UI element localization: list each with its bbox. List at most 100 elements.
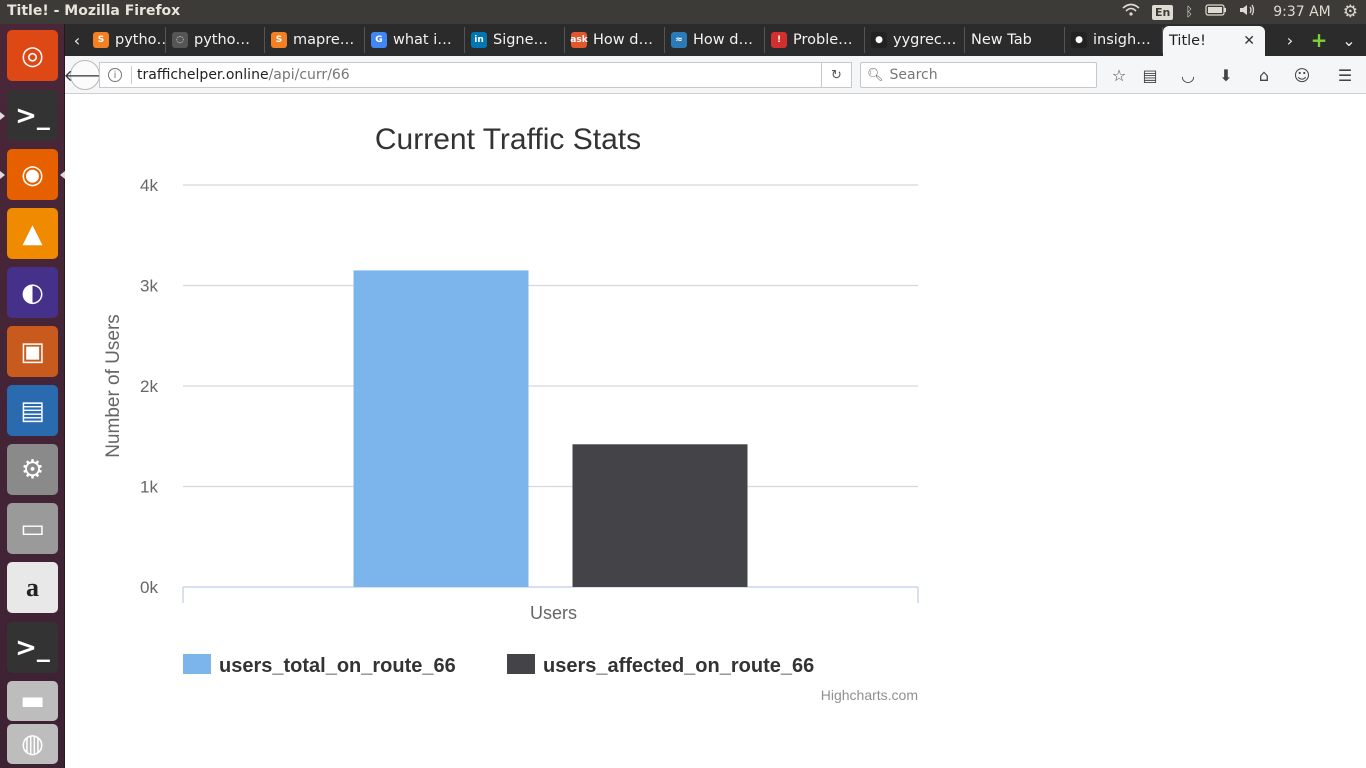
launcher-file-manager-icon[interactable]: ▭ [7, 503, 58, 554]
tab-label: pytho… [115, 32, 166, 48]
browser-tab[interactable]: in Signe… [465, 27, 565, 53]
browser-tab[interactable]: Spytho… [87, 27, 166, 53]
launcher-amazon-icon[interactable]: a [7, 562, 58, 613]
legend-swatch [507, 654, 535, 674]
chart-y-axis-label: Number of Users [103, 314, 124, 458]
launcher-libreoffice-writer-icon[interactable]: ▤ [7, 385, 58, 436]
launcher-terminal-2-icon[interactable]: >_ [7, 622, 58, 673]
tab-favicon-icon: ask [570, 32, 588, 48]
battery-icon[interactable] [1205, 4, 1227, 20]
bookmark-star-icon[interactable]: ☆ [1108, 64, 1130, 86]
pocket-icon[interactable]: ◡ [1177, 64, 1199, 86]
launcher-disk-drive-icon[interactable]: ▬ [7, 681, 58, 721]
tab-label: Title! [1169, 33, 1206, 49]
legend-label: users_total_on_route_66 [219, 655, 456, 677]
tab-favicon-icon: in [471, 32, 487, 48]
launcher-vlc-icon[interactable]: ▲ [7, 208, 58, 259]
tab-favicon-icon: ! [771, 32, 787, 48]
launcher-eclipse-icon[interactable]: ◐ [7, 267, 58, 318]
launcher-system-settings-icon[interactable]: ⚙ [7, 444, 58, 495]
unity-launcher: ◎ >_ ◉ ▲ ◐ ▣ ▤ ⚙ ▭ a >_ ▬ ◍ [0, 24, 65, 768]
launcher-running-indicator [0, 171, 5, 179]
close-tab-icon[interactable]: ✕ [1243, 33, 1255, 49]
tabs-scroll-right-icon[interactable]: › [1280, 28, 1300, 52]
chart-y-axis-ticks: 0k 1k 2k 3k 4k [140, 176, 158, 597]
site-info-icon[interactable]: i [108, 68, 122, 82]
tab-label: How d… [593, 32, 653, 48]
browser-tab[interactable]: ! Proble… [765, 27, 865, 53]
bookmarks-menu-icon[interactable]: ▤ [1139, 64, 1161, 86]
launcher-ubuntu-dash-icon[interactable]: ◎ [7, 30, 58, 81]
chart-bars [353, 270, 748, 587]
clock[interactable]: 9:37 AM [1273, 4, 1331, 20]
tab-label: pytho… [194, 32, 251, 48]
window-title: Title! - Mozilla Firefox [7, 3, 181, 19]
browser-tab[interactable]: Title! ✕ [1163, 26, 1265, 56]
url-bar[interactable]: i traffichelper.online/api/curr/66 [99, 62, 852, 88]
tabs-scroll-left-icon[interactable]: ‹ [67, 28, 87, 52]
url-path: /api/curr/66 [268, 67, 350, 83]
browser-tab[interactable]: Smapre… [265, 27, 365, 53]
home-icon[interactable]: ⌂ [1253, 64, 1275, 86]
tab-label: How d… [693, 32, 753, 48]
bar-users_total_on_route_66[interactable] [353, 270, 529, 587]
bluetooth-icon[interactable]: ᛒ [1185, 5, 1193, 20]
launcher-optical-drive-icon[interactable]: ◍ [7, 724, 58, 764]
launcher-terminal-icon[interactable]: >_ [7, 90, 58, 141]
keyboard-layout-indicator[interactable]: En [1152, 4, 1174, 20]
search-placeholder: Search [889, 67, 938, 83]
legend-item[interactable]: users_affected_on_route_66 [507, 654, 814, 677]
system-top-bar: Title! - Mozilla Firefox En ᛒ 9:37 AM ⚙ [0, 0, 1366, 24]
tab-strip: ‹ Spytho… ◌ pytho… Smapre… Gwhat i… in Signe… a… [65, 24, 1366, 56]
tab-favicon-icon: S [271, 32, 287, 48]
launcher-firefox-icon[interactable]: ◉ [7, 149, 58, 200]
navigation-toolbar: 🡐 i traffichelper.online/api/curr/66 ↻ 🔍… [64, 56, 1366, 94]
reload-button[interactable]: ↻ [821, 62, 852, 88]
launcher-libreoffice-impress-icon[interactable]: ▣ [7, 326, 58, 377]
new-tab-plus-icon[interactable]: + [1309, 28, 1329, 52]
browser-tab[interactable]: ◌ pytho… [166, 27, 265, 53]
chart: 0k 1k 2k 3k 4k Current Traffic Stats Number … [103, 123, 919, 703]
hamburger-menu-icon[interactable]: ☰ [1334, 64, 1356, 86]
y-tick-label: 3k [140, 277, 158, 296]
search-icon: 🔍︎ [867, 67, 884, 83]
url-separator [131, 66, 132, 84]
tab-favicon-icon: ◌ [172, 32, 188, 48]
bar-users_affected_on_route_66[interactable] [572, 444, 748, 587]
volume-icon[interactable] [1239, 3, 1257, 21]
y-tick-label: 2k [140, 377, 158, 396]
chart-x-axis-categories: Users [530, 603, 577, 623]
hello-chat-icon[interactable]: ☺ [1291, 64, 1313, 86]
session-gear-icon[interactable]: ⚙ [1343, 2, 1358, 22]
legend-swatch [183, 654, 211, 674]
y-tick-label: 1k [140, 478, 158, 497]
tab-favicon-icon: ≈ [671, 32, 687, 48]
back-button[interactable]: 🡐 [64, 60, 106, 90]
tab-label: yygrec… [893, 32, 957, 48]
chart-grid [182, 184, 919, 603]
browser-tab[interactable]: ask How d… [565, 27, 665, 53]
wifi-icon[interactable] [1122, 3, 1140, 21]
tab-label: mapre… [293, 32, 355, 48]
browser-tab[interactable]: ● insigh… [1065, 27, 1163, 53]
tab-label: what i… [393, 32, 452, 48]
search-box[interactable]: 🔍︎ Search [860, 62, 1097, 88]
chart-credit[interactable]: Highcharts.com [821, 687, 918, 703]
tab-label: New Tab [971, 32, 1032, 48]
downloads-icon[interactable]: ⬇ [1215, 64, 1237, 86]
url-host: traffichelper.online [137, 67, 269, 83]
tab-list-dropdown-icon[interactable]: ⌄ [1339, 28, 1359, 52]
y-tick-label: 0k [140, 578, 158, 597]
legend-label: users_affected_on_route_66 [543, 655, 814, 677]
tab-label: insigh… [1093, 32, 1151, 48]
browser-tab[interactable]: Gwhat i… [365, 27, 465, 53]
browser-tab[interactable]: New Tab [965, 27, 1065, 53]
page-content: 0k 1k 2k 3k 4k Current Traffic Stats Number … [65, 95, 1366, 768]
y-tick-label: 4k [140, 176, 158, 195]
browser-tab[interactable]: ≈ How d… [665, 27, 765, 53]
browser-tab[interactable]: ● yygrec… [865, 27, 965, 53]
tab-label: Signe… [493, 32, 549, 48]
x-category-label: Users [530, 603, 577, 623]
chart-title: Current Traffic Stats [375, 123, 641, 156]
legend-item[interactable]: users_total_on_route_66 [183, 654, 456, 677]
